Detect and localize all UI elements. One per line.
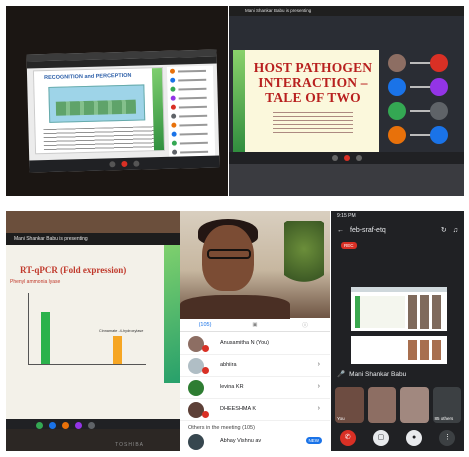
participant-name: Anusamitha N (You) <box>220 340 270 346</box>
bar-chart: Cinnamate -4-hydroxylase <box>28 293 146 365</box>
phone-participants-screenshot: (105) ▣ ⓘ Anusamitha N (You) abhiira › l… <box>180 211 330 451</box>
participants-tabs: (105) ▣ ⓘ <box>180 318 330 332</box>
list-item[interactable]: levina KR › <box>180 377 330 399</box>
presenter-label: 🎤 Mani Shankar Babu <box>337 368 459 380</box>
mic-toggle-button[interactable]: ● <box>406 430 423 446</box>
chevron-right-icon: › <box>317 361 320 368</box>
plant <box>284 221 324 291</box>
participant-list: Anusamitha N (You) abhiira › levina KR ›… <box>180 333 330 421</box>
tab-chat[interactable]: ▣ <box>230 322 280 328</box>
slide-body-text <box>43 126 154 152</box>
end-call-button[interactable]: ✆ <box>339 430 356 446</box>
mic-off-icon <box>202 411 209 418</box>
more-options-button[interactable]: ⋮ <box>439 430 456 446</box>
participant-name: abhiira <box>220 362 237 368</box>
laptop-photo-host-pathogen: Mani Shankar Babu is presenting HOST PAT… <box>229 6 464 196</box>
avatar <box>188 380 204 396</box>
mic-icon <box>109 161 116 168</box>
avatar <box>188 434 204 450</box>
camera-toggle-button[interactable]: ▢ <box>372 430 389 446</box>
presentation-slide: RECOGNITION and PERCEPTION <box>32 66 166 155</box>
avatar <box>49 421 56 429</box>
slide-author-text <box>273 112 353 134</box>
laptop-photo-recognition: RECOGNITION and PERCEPTION <box>6 6 228 196</box>
mic-icon: 🎤 <box>337 371 346 378</box>
tab-info[interactable]: ⓘ <box>280 321 330 329</box>
participant-tiles <box>384 52 458 152</box>
avatar <box>36 421 43 429</box>
slide-title: RECOGNITION and PERCEPTION <box>44 72 132 82</box>
camera-icon <box>355 155 362 161</box>
chevron-right-icon: › <box>317 383 320 390</box>
meet-topbar: ← feb-sraf-etq ↻ ♫ <box>331 221 464 239</box>
list-item[interactable]: abhiira › <box>180 355 330 377</box>
chevron-right-icon: › <box>317 405 320 412</box>
mic-off-icon <box>202 345 209 352</box>
participant-strip: You 85 others <box>335 387 461 423</box>
end-call-icon <box>343 155 350 161</box>
shared-screen <box>351 287 447 331</box>
participants-panel <box>166 65 216 163</box>
presenting-banner: Mani Shankar Babu is presenting <box>6 233 180 245</box>
others-heading: Others in the meeting (105) <box>188 425 255 431</box>
laptop-photo-rtqpcr: Mani Shankar Babu is presenting RT-qPCR … <box>6 211 180 451</box>
laptop-screen: Mani Shankar Babu is presenting RT-qPCR … <box>6 233 180 431</box>
call-controls: ✆ ▢ ● ⋮ <box>331 425 464 451</box>
photo-collage: RECOGNITION and PERCEPTION Mani Shankar … <box>0 0 469 457</box>
switch-camera-icon[interactable]: ↻ <box>441 226 447 234</box>
tile-participant[interactable] <box>367 387 396 423</box>
status-bar-time: 9:15 PM <box>337 213 356 219</box>
bar-note: Cinnamate -4-hydroxylase <box>99 329 144 333</box>
person-shoulders <box>180 295 290 319</box>
tab-people[interactable]: (105) <box>180 322 230 328</box>
presenter-name: Mani Shankar Babu <box>349 370 407 378</box>
new-badge: NEW <box>305 437 322 444</box>
meet-controls <box>229 152 464 164</box>
participant-name: Abhay Vishnu av <box>220 438 262 444</box>
laptop-bezel <box>229 164 464 196</box>
phone-meet-screenshot: 9:15 PM ← feb-sraf-etq ↻ ♫ REC 🎤 Mani Sh… <box>331 211 464 451</box>
list-item[interactable]: DHEESHMA K › <box>180 399 330 421</box>
shared-screen-secondary <box>351 336 447 364</box>
laptop-screen: RECOGNITION and PERCEPTION <box>26 49 220 173</box>
slide-heading: RT-qPCR (Fold expression) <box>20 265 127 275</box>
cell-diagram <box>48 84 146 123</box>
presenting-banner: Mani Shankar Babu is presenting <box>229 6 464 16</box>
laptop-base: TOSHIBA <box>6 429 180 451</box>
bar-orange <box>113 336 122 364</box>
avatar <box>62 421 69 429</box>
chart-label: Phenyl ammonia lyase <box>10 279 61 285</box>
tile-you[interactable]: You <box>335 387 364 423</box>
list-item[interactable]: Abhay Vishnu av NEW <box>180 433 330 451</box>
avatar <box>75 421 82 429</box>
presentation-slide: HOST PATHOGEN INTERACTION – TALE OF TWO <box>233 50 379 154</box>
avatar <box>88 421 95 429</box>
self-video <box>180 211 330 319</box>
audio-icon[interactable]: ♫ <box>453 227 458 234</box>
meeting-code[interactable]: feb-sraf-etq <box>350 227 386 234</box>
slide-green-strip <box>233 50 245 154</box>
slide-green-strip <box>164 245 180 383</box>
participant-name: levina KR <box>220 384 244 390</box>
meet-controls <box>29 155 220 173</box>
tile-participant[interactable] <box>400 387 429 423</box>
end-call-icon <box>121 160 128 168</box>
list-item[interactable]: Anusamitha N (You) <box>180 333 330 355</box>
brand-logo: TOSHIBA <box>115 442 144 448</box>
recording-badge: REC <box>341 242 357 249</box>
mic-icon <box>331 155 338 161</box>
tile-others[interactable]: 85 others <box>432 387 461 423</box>
mic-off-icon <box>202 367 209 374</box>
bar-green <box>41 312 50 364</box>
slide-title: HOST PATHOGEN INTERACTION – TALE OF TWO <box>253 60 373 105</box>
back-arrow-icon[interactable]: ← <box>337 227 344 234</box>
glasses <box>207 249 251 259</box>
camera-icon <box>133 160 140 167</box>
participant-name: DHEESHMA K <box>220 406 257 412</box>
